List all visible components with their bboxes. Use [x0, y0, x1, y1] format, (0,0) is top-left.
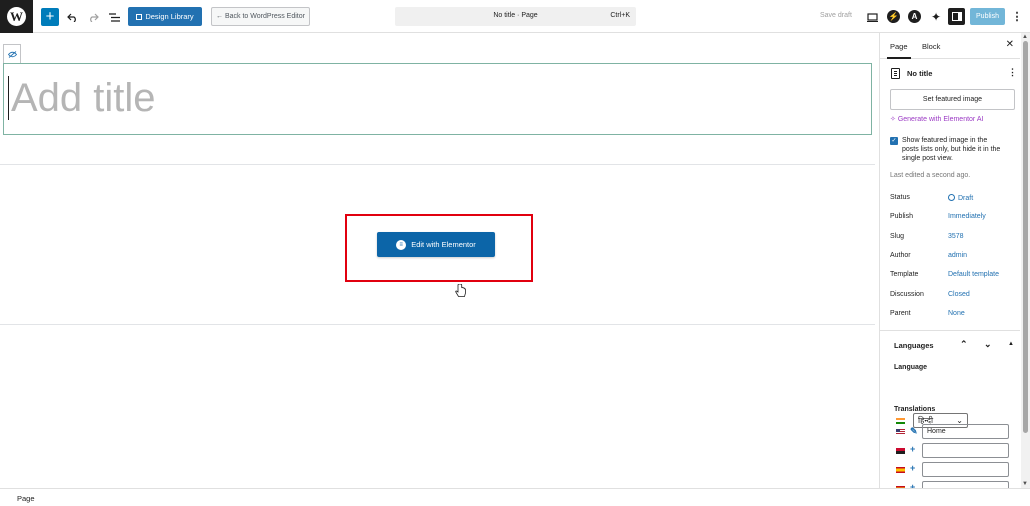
pencil-icon[interactable]: ✎: [910, 426, 918, 437]
author-row: Author admin: [890, 252, 1016, 264]
slug-value[interactable]: 3578: [948, 233, 964, 240]
parent-value[interactable]: None: [948, 310, 965, 317]
translation-input[interactable]: [922, 481, 1009, 488]
settings-sidebar: Page Block ✕ No title ⋮ Set featured ima…: [879, 33, 1020, 488]
translation-input[interactable]: [922, 462, 1009, 477]
post-title-block[interactable]: Add title: [3, 63, 872, 135]
spain-flag-icon: [896, 467, 905, 473]
ai-sparkle-icon[interactable]: ✦: [928, 9, 944, 25]
parent-row: Parent None: [890, 310, 1016, 322]
plus-icon[interactable]: +: [910, 444, 915, 454]
status-row: Status Draft: [890, 194, 1016, 206]
redo-button[interactable]: [85, 9, 101, 25]
india-flag-icon: [896, 418, 905, 424]
status-value[interactable]: Draft: [948, 194, 973, 202]
wordpress-logo-icon[interactable]: W: [0, 0, 33, 33]
us-flag-icon: [896, 429, 905, 435]
preview-button[interactable]: [864, 9, 880, 25]
divider: [0, 324, 875, 325]
close-icon[interactable]: ✕: [1006, 39, 1014, 50]
property-label: Slug: [890, 233, 905, 240]
undo-button[interactable]: [64, 9, 80, 25]
generate-with-elementor-ai-link[interactable]: ✧ Generate with Elementor AI: [890, 115, 983, 123]
top-toolbar: W + Design Library ← Back to WordPress E…: [0, 0, 1030, 33]
set-featured-image-button[interactable]: Set featured image: [890, 89, 1015, 110]
scroll-up-icon[interactable]: ▲: [1022, 34, 1028, 40]
property-label: Publish: [890, 213, 913, 220]
settings-sidebar-toggle[interactable]: [948, 8, 965, 25]
list-view-icon: [108, 12, 120, 22]
document-title: No title: [907, 69, 933, 78]
discussion-row: Discussion Closed: [890, 291, 1016, 303]
astra-icon[interactable]: A: [908, 10, 921, 23]
sidebar-tabs: Page Block ✕: [880, 33, 1020, 59]
footer-breadcrumb-bar: Page: [0, 488, 1030, 506]
save-draft-button[interactable]: Save draft: [820, 12, 852, 19]
shortcut-hint: Ctrl+K: [610, 12, 630, 19]
desktop-icon: [866, 12, 878, 22]
plus-icon[interactable]: +: [910, 463, 915, 473]
tab-block[interactable]: Block: [922, 42, 940, 51]
undo-icon: [66, 13, 76, 22]
checkbox-label: Show featured image in the posts lists o…: [902, 137, 1001, 162]
edit-with-elementor-label: Edit with Elementor: [411, 240, 476, 249]
hand-cursor-icon: [455, 284, 466, 297]
property-label: Status: [890, 194, 910, 201]
jetpack-icon[interactable]: ⚡: [887, 10, 900, 23]
discussion-value[interactable]: Closed: [948, 291, 970, 298]
plus-icon: +: [45, 8, 55, 25]
scroll-thumb[interactable]: [1023, 41, 1028, 433]
property-label: Template: [890, 271, 919, 278]
edit-with-elementor-button[interactable]: ≡ Edit with Elementor: [377, 232, 495, 257]
angola-flag-icon: [896, 448, 905, 454]
generate-ai-label: Generate with Elementor AI: [897, 116, 984, 123]
command-palette-bar[interactable]: No title · Page Ctrl+K: [395, 7, 636, 26]
chevron-up-icon[interactable]: ⌃: [960, 339, 968, 350]
document-title: No title · Page: [493, 12, 538, 19]
translations-label: Translations: [894, 406, 936, 413]
elementor-area: ≡ Edit with Elementor: [0, 164, 875, 324]
breadcrumb[interactable]: Page: [17, 494, 35, 503]
language-label: Language: [894, 364, 928, 371]
publish-button[interactable]: Publish: [970, 8, 1005, 25]
template-value[interactable]: Default template: [948, 271, 999, 278]
scroll-down-icon[interactable]: ▼: [1022, 481, 1028, 487]
template-row: Template Default template: [890, 271, 1016, 283]
add-block-button[interactable]: +: [41, 8, 59, 26]
design-library-button[interactable]: Design Library: [128, 7, 202, 26]
publish-value[interactable]: Immediately: [948, 213, 986, 220]
translation-input[interactable]: [922, 443, 1009, 458]
document-overview-button[interactable]: [106, 9, 122, 25]
back-to-wordpress-editor-button[interactable]: ← Back to WordPress Editor: [211, 7, 310, 26]
sidebar-icon: [951, 12, 962, 21]
languages-header[interactable]: Languages: [894, 341, 934, 350]
slug-row: Slug 3578: [890, 233, 1016, 245]
tab-page[interactable]: Page: [887, 42, 910, 59]
document-summary: No title ⋮: [891, 67, 1017, 82]
featured-image-checkbox[interactable]: ✓: [890, 137, 898, 145]
languages-panel: Languages ⌃ ⌄ ▲ Language हिन्दी ⌄ Transl…: [880, 330, 1020, 488]
redo-icon: [89, 13, 99, 22]
visibility-toggle-icon[interactable]: [3, 44, 21, 63]
editor-canvas: Add title ≡ Edit with Elementor: [0, 33, 875, 488]
elementor-icon: ≡: [396, 239, 407, 250]
translation-input-en[interactable]: Home: [922, 424, 1009, 439]
more-options-icon[interactable]: ⋮: [1008, 67, 1017, 78]
ai-sparkle-icon: ✧: [890, 116, 896, 123]
more-options-icon[interactable]: ⋮: [1011, 8, 1023, 25]
last-edited-text: Last edited a second ago.: [890, 172, 971, 179]
library-icon: [136, 13, 143, 20]
property-label: Author: [890, 252, 911, 259]
status-icon: [948, 194, 955, 201]
chevron-down-icon[interactable]: ⌄: [984, 339, 992, 350]
collapse-icon[interactable]: ▲: [1008, 341, 1014, 347]
property-label: Discussion: [890, 291, 924, 298]
author-value[interactable]: admin: [948, 252, 967, 259]
post-title-input[interactable]: Add title: [8, 76, 156, 120]
page-icon: [891, 68, 900, 79]
publish-row: Publish Immediately: [890, 213, 1016, 225]
design-library-label: Design Library: [145, 12, 194, 21]
sidebar-scrollbar[interactable]: ▲ ▼: [1021, 33, 1030, 488]
property-label: Parent: [890, 310, 911, 317]
